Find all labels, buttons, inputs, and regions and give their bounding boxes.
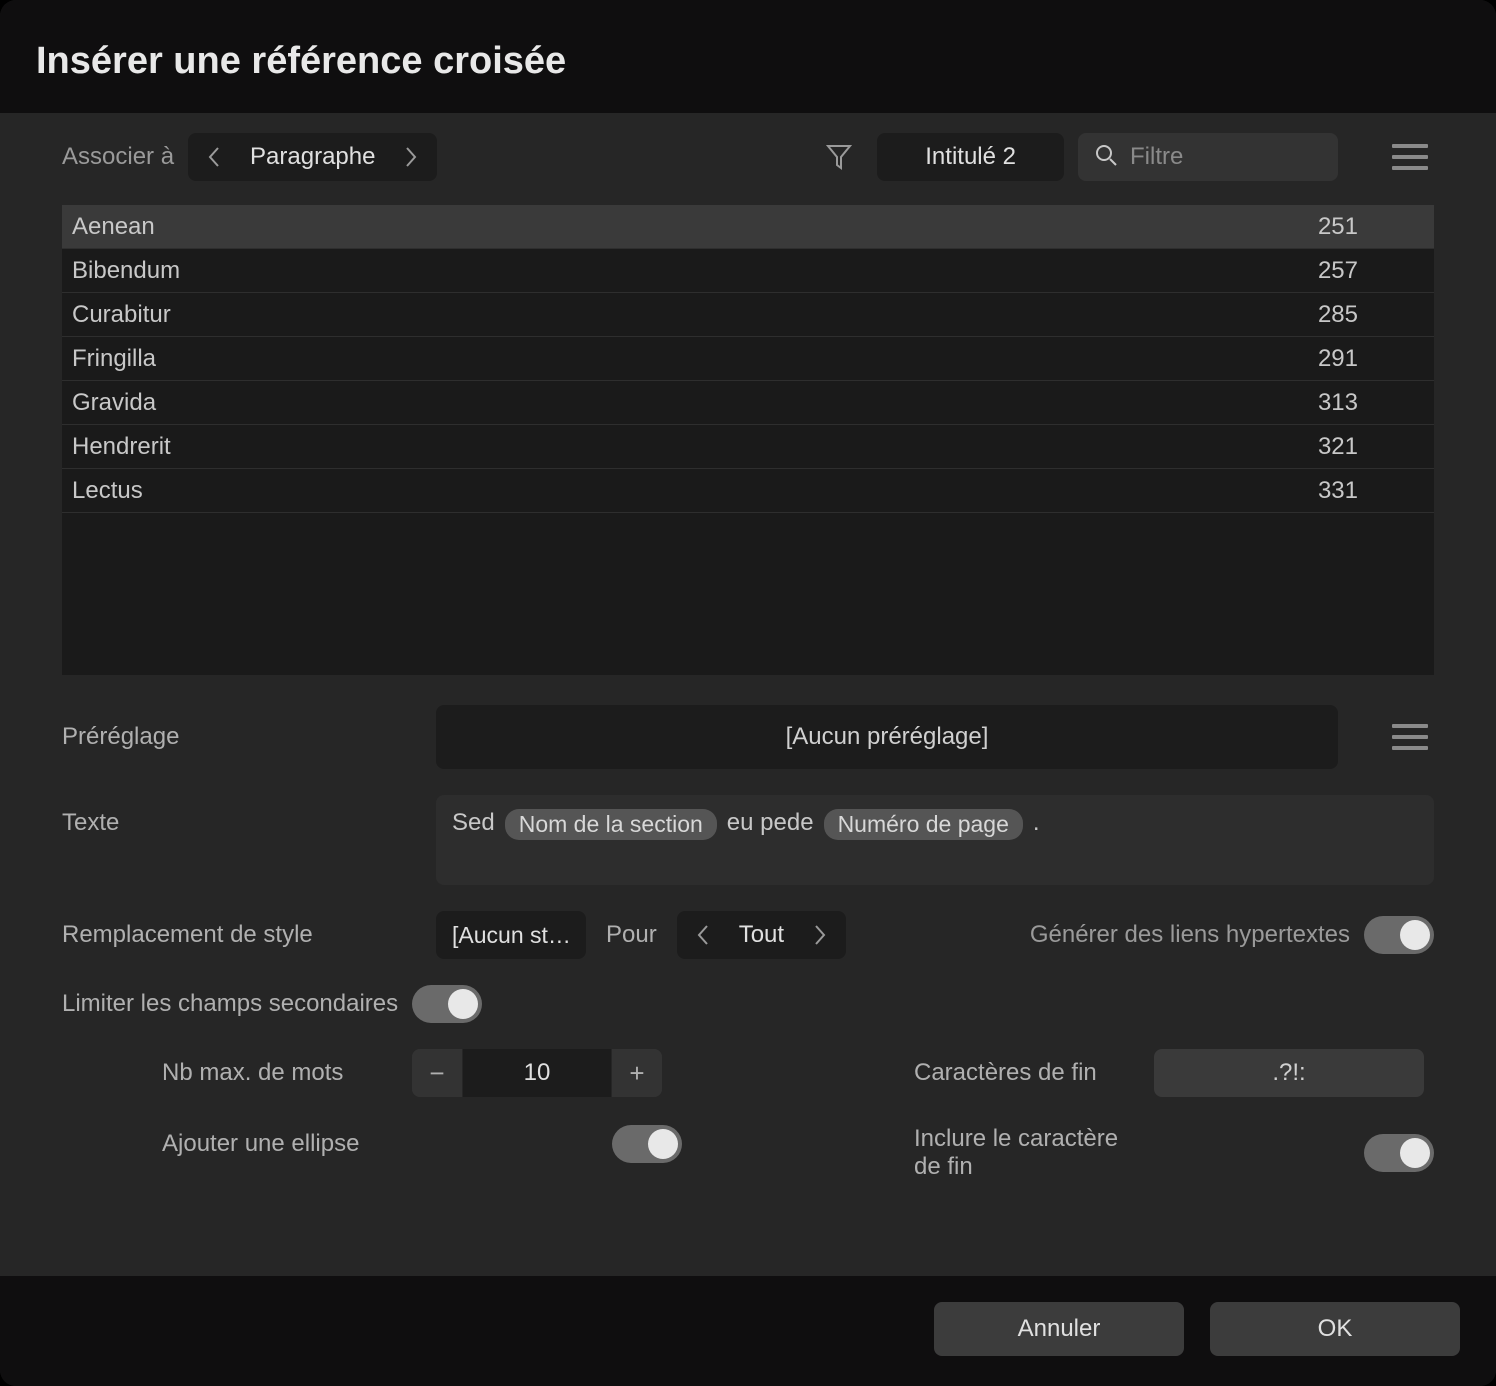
heading-filter-value: Intitulé 2	[925, 143, 1016, 171]
list-item-page: 291	[1318, 345, 1358, 373]
text-token[interactable]: Nom de la section	[505, 809, 717, 840]
search-box[interactable]	[1078, 133, 1338, 181]
chevron-right-icon[interactable]	[802, 911, 838, 959]
search-icon	[1094, 143, 1118, 172]
end-chars-label: Caractères de fin	[914, 1059, 1134, 1087]
titlebar: Insérer une référence croisée	[0, 0, 1496, 113]
dialog-window: Insérer une référence croisée Associer à…	[0, 0, 1496, 1386]
list-item-page: 251	[1318, 213, 1358, 241]
list-item-page: 285	[1318, 301, 1358, 329]
list-item-name: Curabitur	[72, 301, 171, 329]
cancel-button[interactable]: Annuler	[934, 1302, 1184, 1356]
list-item-page: 331	[1318, 477, 1358, 505]
pour-label: Pour	[606, 921, 657, 949]
list-item[interactable]: Aenean 251	[62, 205, 1434, 249]
text-fragment: .	[1033, 809, 1040, 837]
end-chars-input[interactable]: .?!:	[1154, 1049, 1424, 1097]
reference-list[interactable]: Aenean 251 Bibendum 257 Curabitur 285 Fringill…	[62, 205, 1434, 675]
heading-filter[interactable]: Intitulé 2	[877, 133, 1064, 181]
preset-menu-icon[interactable]	[1386, 713, 1434, 761]
list-item-page: 257	[1318, 257, 1358, 285]
ellipsis-toggle[interactable]	[612, 1125, 682, 1163]
style-override-selector[interactable]: [Aucun st…	[436, 911, 586, 959]
menu-icon[interactable]	[1386, 133, 1434, 181]
list-item-page: 321	[1318, 433, 1358, 461]
chevron-right-icon[interactable]	[393, 133, 429, 181]
list-item[interactable]: Lectus 331	[62, 469, 1434, 513]
limit-toggle[interactable]	[412, 985, 482, 1023]
options-panel: Préréglage [Aucun préréglage] Texte Sed N…	[62, 705, 1434, 1181]
list-item-name: Aenean	[72, 213, 155, 241]
list-item-page: 313	[1318, 389, 1358, 417]
max-words-stepper[interactable]: − 10 +	[412, 1049, 662, 1097]
list-item[interactable]: Hendrerit 321	[62, 425, 1434, 469]
filter-icon[interactable]	[815, 133, 863, 181]
include-end-toggle[interactable]	[1364, 1134, 1434, 1172]
list-item[interactable]: Curabitur 285	[62, 293, 1434, 337]
content-area: Associer à Paragraphe Intitulé 2	[0, 113, 1496, 1276]
preset-selector[interactable]: [Aucun préréglage]	[436, 705, 1338, 769]
preset-label: Préréglage	[62, 723, 422, 751]
toolbar: Associer à Paragraphe Intitulé 2	[62, 133, 1434, 181]
text-token[interactable]: Numéro de page	[824, 809, 1023, 840]
list-item[interactable]: Gravida 313	[62, 381, 1434, 425]
ellipsis-label: Ajouter une ellipse	[162, 1130, 392, 1158]
stepper-plus[interactable]: +	[612, 1049, 662, 1097]
list-item-name: Bibendum	[72, 257, 180, 285]
list-item-name: Hendrerit	[72, 433, 171, 461]
list-item-name: Fringilla	[72, 345, 156, 373]
chevron-left-icon[interactable]	[196, 133, 232, 181]
text-template[interactable]: Sed Nom de la section eu pede Numéro de pag…	[436, 795, 1434, 885]
list-item[interactable]: Bibendum 257	[62, 249, 1434, 293]
search-input[interactable]	[1130, 143, 1322, 171]
dialog-title: Insérer une référence croisée	[36, 40, 1460, 83]
text-fragment: Sed	[452, 809, 495, 837]
type-selector-value: Paragraphe	[232, 143, 393, 171]
max-words-label: Nb max. de mots	[162, 1059, 392, 1087]
style-label: Remplacement de style	[62, 921, 422, 949]
chevron-left-icon[interactable]	[685, 911, 721, 959]
list-item[interactable]: Fringilla 291	[62, 337, 1434, 381]
link-to-label: Associer à	[62, 143, 174, 171]
stepper-minus[interactable]: −	[412, 1049, 462, 1097]
ok-button[interactable]: OK	[1210, 1302, 1460, 1356]
pour-selector[interactable]: Tout	[677, 911, 846, 959]
hyperlinks-label: Générer des liens hypertextes	[1030, 921, 1350, 949]
list-item-name: Lectus	[72, 477, 143, 505]
text-label: Texte	[62, 795, 422, 837]
hyperlinks-toggle[interactable]	[1364, 916, 1434, 954]
text-fragment: eu pede	[727, 809, 814, 837]
include-end-label: Inclure le caractère de fin	[914, 1125, 1134, 1181]
max-words-value[interactable]: 10	[462, 1049, 612, 1097]
type-selector[interactable]: Paragraphe	[188, 133, 437, 181]
list-item-name: Gravida	[72, 389, 156, 417]
footer: Annuler OK	[0, 1276, 1496, 1386]
limit-label: Limiter les champs secondaires	[62, 990, 398, 1018]
